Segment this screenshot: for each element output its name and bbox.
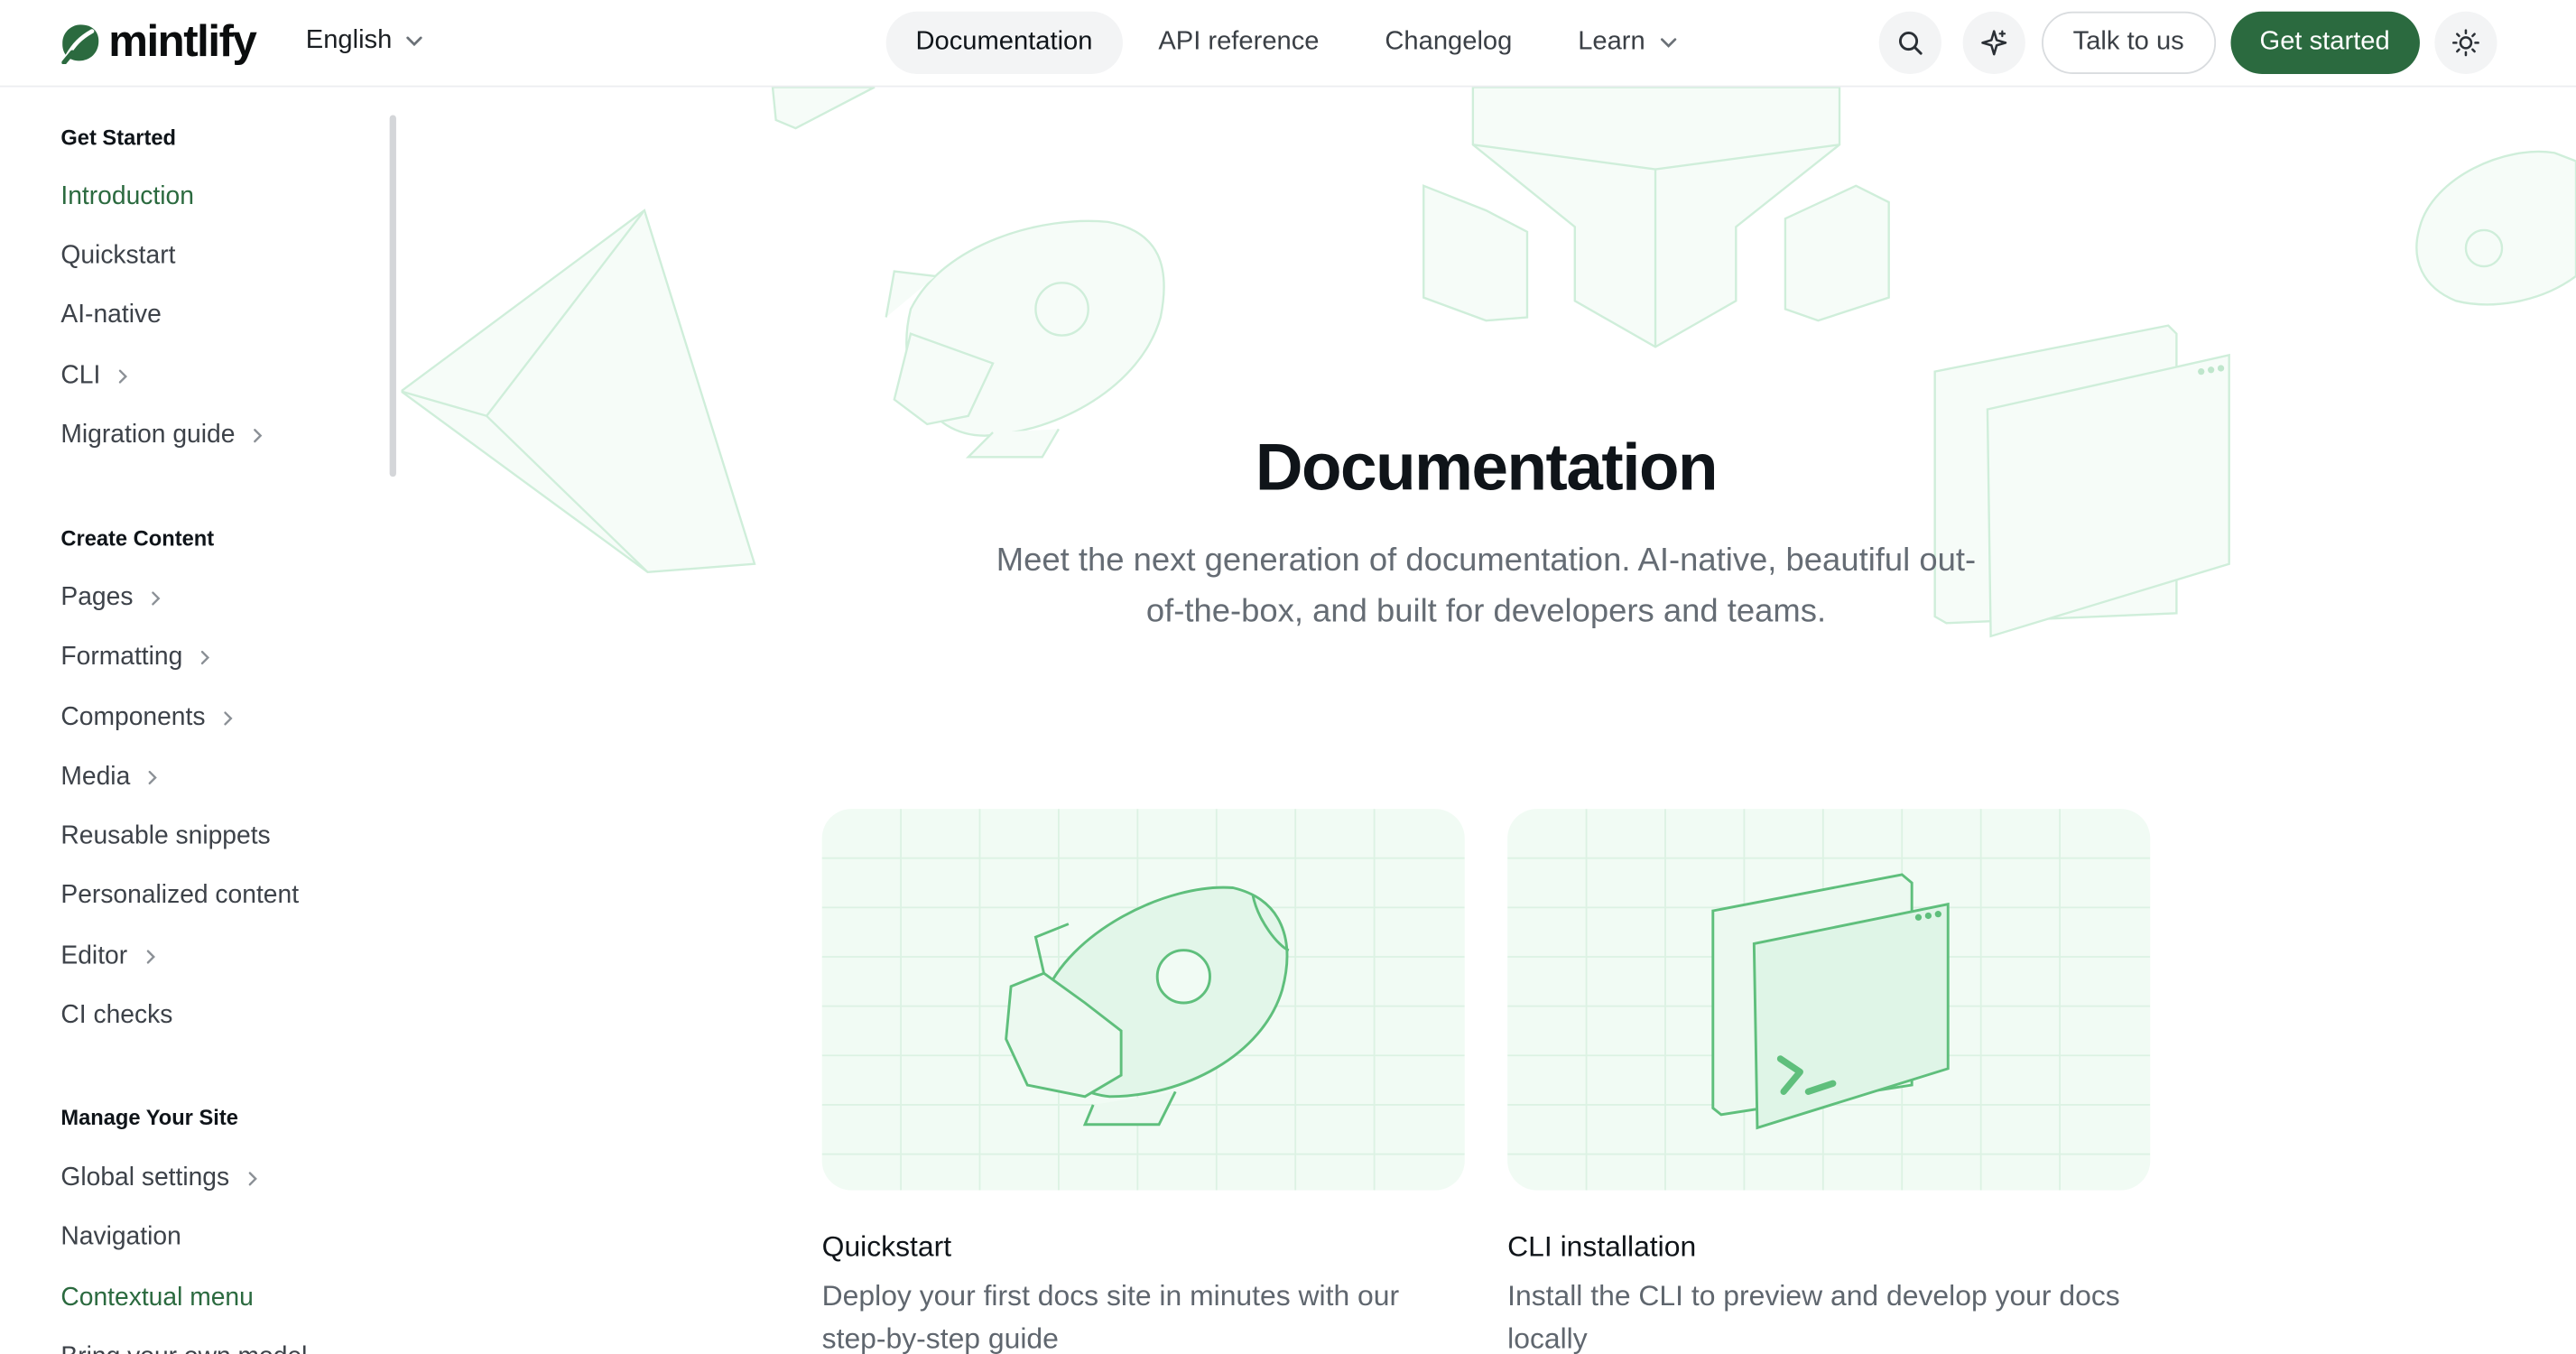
card-image: [821, 809, 1465, 1191]
chevron-right-icon: [199, 649, 213, 665]
mintlify-logo[interactable]: mintlify: [60, 16, 257, 67]
search-button[interactable]: [1878, 11, 1941, 74]
nav-learn[interactable]: Learn: [1548, 12, 1708, 74]
brand-name: mintlify: [108, 16, 257, 66]
sidebar-item-label: CLI: [60, 361, 101, 390]
button-label: Talk to us: [2072, 27, 2184, 56]
sidebar-item-introduction[interactable]: Introduction: [60, 182, 194, 212]
page-title: Documentation: [1255, 432, 1719, 505]
chevron-right-icon: [144, 949, 157, 965]
sidebar-item-label: Editor: [60, 941, 128, 970]
sidebar-item-navigation[interactable]: Navigation: [60, 1223, 181, 1253]
chevron-right-icon: [117, 368, 131, 385]
sidebar-item-label: AI-native: [60, 301, 162, 329]
mintlify-leaf-icon: [61, 23, 99, 64]
sidebar-item-label: Components: [60, 703, 206, 732]
sun-icon: [2451, 29, 2479, 57]
sidebar-item-label: Global settings: [60, 1164, 230, 1192]
sidebar-item-reusable-snippets[interactable]: Reusable snippets: [60, 822, 270, 852]
sparkle-icon: [1981, 30, 2007, 56]
chevron-right-icon: [222, 710, 236, 727]
search-icon: [1898, 31, 1923, 55]
sidebar-item-label: Introduction: [60, 182, 194, 211]
sidebar-item-label: Migration guide: [60, 421, 236, 450]
card-description: Deploy your first docs site in minutes w…: [821, 1278, 1400, 1354]
card-cli-installation[interactable]: CLI installation Install the CLI to prev…: [1507, 809, 2151, 1354]
card-title: Quickstart: [821, 1229, 952, 1263]
hero-background-illustration: [401, 87, 2576, 638]
sidebar-item-bring-your-own-model[interactable]: Bring your own model: [60, 1343, 307, 1354]
sidebar-item-label: Pages: [60, 583, 134, 612]
nav-api-reference[interactable]: API reference: [1129, 12, 1349, 74]
sidebar-item-contextual-menu[interactable]: Contextual menu: [60, 1284, 253, 1313]
sidebar-item-cli[interactable]: CLI: [60, 362, 130, 392]
sidebar-item-label: CI checks: [60, 1001, 173, 1030]
chevron-down-icon: [1660, 38, 1676, 48]
sidebar-item-migration-guide[interactable]: Migration guide: [60, 421, 264, 450]
sidebar-item-label: Navigation: [60, 1223, 181, 1252]
ai-assistant-button[interactable]: [1962, 11, 2025, 74]
chevron-right-icon: [252, 428, 265, 444]
chevron-right-icon: [150, 590, 163, 607]
nav-documentation[interactable]: Documentation: [885, 11, 1123, 74]
rocket-icon: [821, 809, 1465, 1191]
sidebar-item-label: Contextual menu: [60, 1284, 254, 1312]
sidebar-item-label: Bring your own model: [60, 1343, 307, 1354]
card-title: CLI installation: [1507, 1229, 1697, 1263]
sidebar-item-media[interactable]: Media: [60, 763, 160, 793]
sidebar-item-personalized-content[interactable]: Personalized content: [60, 881, 299, 911]
sidebar-item-ai-native[interactable]: AI-native: [60, 301, 161, 330]
sidebar-group-title: Create Content: [60, 525, 215, 552]
top-nav: Documentation API reference Changelog Le…: [885, 11, 1708, 74]
sidebar-item-editor[interactable]: Editor: [60, 942, 157, 972]
language-label: English: [305, 26, 393, 55]
theme-toggle-button[interactable]: [2433, 11, 2497, 74]
page-subtitle: Meet the next generation of documentatio…: [996, 543, 1977, 630]
talk-to-us-button[interactable]: Talk to us: [2042, 11, 2216, 74]
nav-label: Learn: [1578, 27, 1645, 56]
sidebar-item-pages[interactable]: Pages: [60, 584, 162, 614]
sidebar-group-title: Get Started: [60, 125, 177, 150]
sidebar-item-label: Personalized content: [60, 881, 300, 910]
nav-label: Documentation: [915, 27, 1093, 56]
chevron-right-icon: [146, 769, 160, 785]
sidebar-item-components[interactable]: Components: [60, 704, 235, 734]
sidebar-item-ci-checks[interactable]: CI checks: [60, 1001, 172, 1031]
chevron-down-icon: [407, 36, 423, 47]
button-label: Get started: [2259, 27, 2390, 56]
sidebar-item-formatting[interactable]: Formatting: [60, 643, 212, 672]
sidebar-item-label: Formatting: [60, 643, 183, 672]
nav-label: API reference: [1158, 27, 1320, 56]
sidebar-item-label: Quickstart: [60, 241, 176, 270]
nav-changelog[interactable]: Changelog: [1356, 12, 1543, 74]
card-quickstart[interactable]: Quickstart Deploy your first docs site i…: [821, 809, 1465, 1354]
nav-label: Changelog: [1385, 27, 1513, 56]
main-content: Documentation Meet the next generation o…: [401, 87, 2576, 1354]
header-actions: Talk to us Get started: [1878, 11, 2497, 74]
sidebar-item-global-settings[interactable]: Global settings: [60, 1164, 259, 1193]
top-header: mintlify English Documentation API refer…: [0, 0, 2576, 88]
card-image: [1507, 809, 2151, 1191]
sidebar-scrollbar[interactable]: [389, 115, 396, 478]
chevron-right-icon: [246, 1171, 259, 1187]
sidebar-item-label: Media: [60, 763, 131, 792]
language-selector[interactable]: English: [306, 26, 425, 56]
sidebar-group-title: Manage Your Site: [60, 1104, 238, 1130]
card-description: Install the CLI to preview and develop y…: [1507, 1278, 2120, 1354]
terminal-window-icon: [1507, 809, 2151, 1191]
sidebar: Get Started Introduction Quickstart AI-n…: [0, 88, 401, 1354]
sidebar-item-label: Reusable snippets: [60, 821, 271, 850]
get-started-button[interactable]: Get started: [2229, 11, 2420, 74]
sidebar-item-quickstart[interactable]: Quickstart: [60, 242, 175, 272]
